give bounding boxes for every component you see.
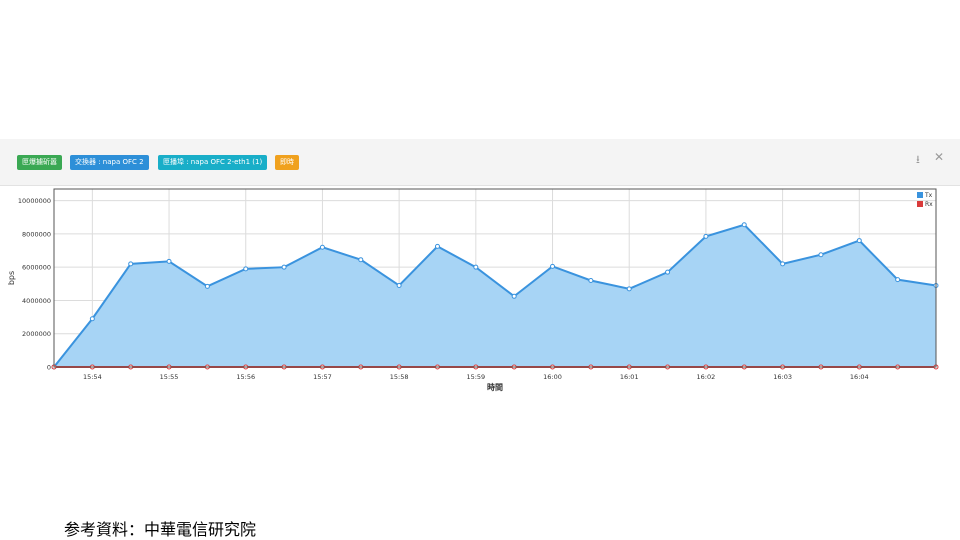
x-tick-label: 16:00 [543,373,562,381]
x-tick-label: 15:55 [160,373,179,381]
tx-point[interactable] [856,238,862,244]
source-caption: 参考資料：中華電信研究院 [64,520,257,539]
tx-point[interactable] [588,277,594,283]
y-tick-label: 8000000 [22,230,51,238]
y-axis-label: bps [7,271,16,285]
tx-point[interactable] [703,233,709,239]
x-tick-label: 16:03 [773,373,792,381]
y-tick-label: 0 [47,364,51,372]
x-tick-label: 15:57 [313,373,332,381]
tx-point[interactable] [665,269,671,275]
tx-point[interactable] [818,252,824,258]
legend-swatch [917,201,923,207]
legend-label[interactable]: Tx [924,192,933,199]
x-tick-label: 16:04 [850,373,869,381]
tx-point[interactable] [166,258,172,264]
x-tick-label: 16:02 [697,373,716,381]
tx-point[interactable] [358,257,364,263]
tx-point[interactable] [626,286,632,292]
y-tick-label: 6000000 [22,264,51,272]
tx-point[interactable] [434,243,440,249]
y-tick-label: 10000000 [18,197,51,205]
tx-point[interactable] [89,316,95,322]
tx-point[interactable] [895,277,901,283]
legend-label[interactable]: Rx [925,201,933,208]
x-tick-label: 15:59 [466,373,485,381]
tx-point[interactable] [281,264,287,270]
tx-point[interactable] [780,261,786,267]
tx-point[interactable] [128,261,134,267]
y-tick-label: 4000000 [22,297,51,305]
tx-point[interactable] [550,263,556,269]
legend-swatch [917,192,923,198]
x-tick-label: 16:01 [620,373,639,381]
x-axis-label: 時間 [487,382,503,392]
x-tick-label: 15:58 [390,373,409,381]
tx-point[interactable] [319,244,325,250]
tx-point[interactable] [511,293,517,299]
x-axis-ticks: 15:54 15:55 15:56 15:57 15:58 15:59 16:00 16:01… [83,373,869,381]
tx-point[interactable] [204,283,210,289]
tx-point[interactable] [741,222,747,228]
y-tick-label: 2000000 [22,330,51,338]
y-axis-ticks: 0 2000000 4000000 6000000 8000000 10000000 [18,197,51,371]
tx-area [54,224,936,367]
x-tick-label: 15:56 [236,373,255,381]
tx-point[interactable] [473,264,479,270]
tx-point[interactable] [243,266,249,272]
traffic-chart: 0 2000000 4000000 6000000 8000000 10000000 15… [7,188,939,392]
x-tick-label: 15:54 [83,373,102,381]
legend: Tx Rx [917,192,933,208]
tx-point[interactable] [396,282,402,288]
